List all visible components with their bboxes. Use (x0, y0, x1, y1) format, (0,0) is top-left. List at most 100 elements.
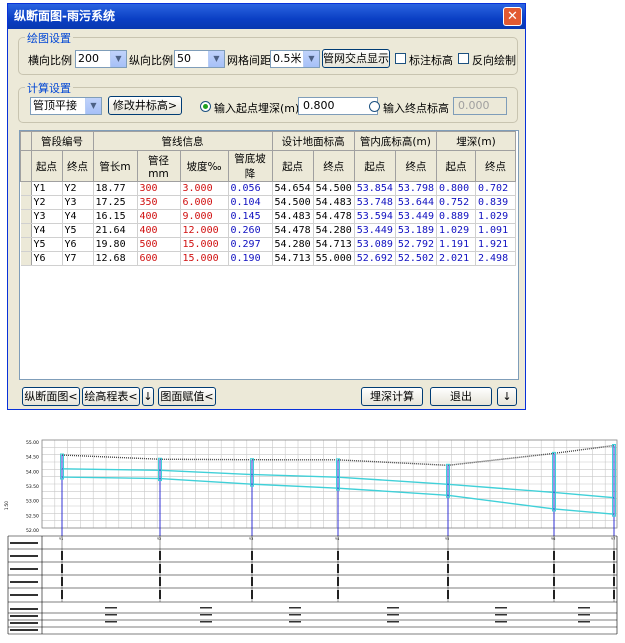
table-cell[interactable]: 1.921 (475, 237, 516, 252)
table-cell[interactable]: 52.692 (354, 251, 396, 266)
vscale-select[interactable]: 50 ▼ (174, 50, 225, 68)
column-header[interactable]: 起点 (436, 150, 476, 182)
table-cell[interactable]: 0.056 (228, 181, 273, 196)
table-row[interactable]: Y3 Y4 16.15 400 9.000 0.145 54.483 54.478 53.594… (20, 209, 516, 224)
table-cell[interactable]: 2.021 (436, 251, 476, 266)
assign-button[interactable]: 图面赋值< (158, 387, 216, 406)
table-cell[interactable]: 16.15 (93, 209, 138, 224)
table-cell[interactable]: 6.000 (180, 195, 229, 210)
column-header[interactable]: 坡度‰ (179, 150, 229, 182)
table-row[interactable]: Y1 Y2 18.77 300 3.000 0.056 54.654 54.500 53.854… (20, 181, 516, 196)
mode-select[interactable]: 管顶平接 ▼ (30, 97, 102, 115)
edit-well-button[interactable]: 修改井标高> (108, 96, 182, 115)
table-cell[interactable]: 18.77 (93, 181, 138, 196)
exit-button[interactable]: 退出 (430, 387, 492, 406)
start-depth-radio[interactable] (200, 101, 211, 112)
table-cell[interactable]: 12.000 (180, 223, 229, 238)
table-cell[interactable]: 54.713 (313, 237, 355, 252)
column-header[interactable]: 终点 (475, 150, 516, 182)
table-cell[interactable]: Y3 (62, 195, 94, 210)
table-cell[interactable]: 350 (137, 195, 181, 210)
column-header[interactable]: 管径mm (136, 150, 181, 182)
table-cell[interactable]: 52.502 (395, 251, 438, 266)
down-button[interactable]: ↓ (142, 387, 154, 406)
start-depth-input[interactable]: 0.800 (298, 97, 378, 115)
table-cell[interactable]: Y3 (31, 209, 63, 224)
table-cell[interactable]: 53.594 (354, 209, 396, 224)
table-cell[interactable]: Y1 (31, 181, 63, 196)
table-cell[interactable]: Y6 (31, 251, 63, 266)
table-cell[interactable]: 1.091 (475, 223, 516, 238)
table-cell[interactable]: 54.483 (313, 195, 355, 210)
table-cell[interactable]: 15.000 (180, 237, 229, 252)
profile-button[interactable]: 纵断面图< (22, 387, 80, 406)
table-cell[interactable]: Y4 (31, 223, 63, 238)
table-cell[interactable]: 0.297 (228, 237, 273, 252)
grid-select[interactable]: 0.5米 ▼ (270, 50, 320, 68)
table-cell[interactable]: 54.713 (272, 251, 314, 266)
table-cell[interactable]: 54.478 (272, 223, 314, 238)
table-row[interactable]: Y6 Y7 12.68 600 15.000 0.190 54.713 55.000 52.69… (20, 251, 516, 266)
table-cell[interactable]: 54.483 (272, 209, 314, 224)
table-cell[interactable]: 500 (137, 237, 181, 252)
reverse-checkbox[interactable] (458, 53, 469, 64)
label-elev-checkbox[interactable] (395, 53, 406, 64)
column-header[interactable]: 终点 (394, 150, 438, 182)
table-cell[interactable]: Y7 (62, 251, 94, 266)
table-cell[interactable]: 54.280 (272, 237, 314, 252)
table-cell[interactable]: 400 (137, 209, 181, 224)
end-elev-input[interactable]: 0.000 (453, 97, 507, 115)
table-cell[interactable]: 52.792 (395, 237, 438, 252)
table-cell[interactable]: 54.280 (313, 223, 355, 238)
table-cell[interactable]: 53.089 (354, 237, 396, 252)
table-cell[interactable]: 17.25 (93, 195, 138, 210)
table-cell[interactable]: 0.104 (228, 195, 273, 210)
table-cell[interactable]: 53.854 (354, 181, 396, 196)
table-cell[interactable]: 12.68 (93, 251, 138, 266)
table-cell[interactable]: Y6 (62, 237, 94, 252)
table-cell[interactable]: 1.191 (436, 237, 476, 252)
table-row[interactable]: Y4 Y5 21.64 400 12.000 0.260 54.478 54.280 53.44… (20, 223, 516, 238)
table-row[interactable]: Y2 Y3 17.25 350 6.000 0.104 54.500 54.483 53.748… (20, 195, 516, 210)
table-cell[interactable]: Y5 (31, 237, 63, 252)
table-cell[interactable]: 1.029 (436, 223, 476, 238)
table-cell[interactable]: Y2 (62, 181, 94, 196)
table-cell[interactable]: 15.000 (180, 251, 229, 266)
close-icon[interactable]: ✕ (503, 7, 522, 26)
end-elev-radio[interactable] (369, 101, 380, 112)
table-cell[interactable]: 0.145 (228, 209, 273, 224)
column-header[interactable]: 起点 (271, 150, 314, 182)
table-cell[interactable]: 53.644 (395, 195, 438, 210)
table-cell[interactable]: 53.189 (395, 223, 438, 238)
column-header[interactable]: 管长m (92, 150, 138, 182)
elev-table-button[interactable]: 绘高程表< (82, 387, 140, 406)
column-header[interactable]: 起点 (30, 150, 63, 182)
table-cell[interactable]: 21.64 (93, 223, 138, 238)
table-cell[interactable]: 55.000 (313, 251, 355, 266)
table-cell[interactable]: 0.190 (228, 251, 273, 266)
table-cell[interactable]: Y5 (62, 223, 94, 238)
pipe-table[interactable]: 管段编号 管线信息 设计地面标高 管内底标高(m) 埋深(m) 起点 终点 管长… (19, 130, 519, 380)
table-cell[interactable]: 53.449 (354, 223, 396, 238)
table-cell[interactable]: 0.889 (436, 209, 476, 224)
table-cell[interactable]: 1.029 (475, 209, 516, 224)
table-cell[interactable]: 54.500 (313, 181, 355, 196)
table-cell[interactable]: 53.748 (354, 195, 396, 210)
table-cell[interactable]: 53.449 (395, 209, 438, 224)
table-cell[interactable]: 2.498 (475, 251, 516, 266)
table-cell[interactable]: 3.000 (180, 181, 229, 196)
table-cell[interactable]: 600 (137, 251, 181, 266)
table-cell[interactable]: 19.80 (93, 237, 138, 252)
table-cell[interactable]: Y4 (62, 209, 94, 224)
table-cell[interactable]: Y2 (31, 195, 63, 210)
column-header[interactable]: 终点 (61, 150, 94, 182)
table-cell[interactable]: 9.000 (180, 209, 229, 224)
table-cell[interactable]: 0.839 (475, 195, 516, 210)
table-cell[interactable]: 300 (137, 181, 181, 196)
table-cell[interactable]: 54.478 (313, 209, 355, 224)
calc-depth-button[interactable]: 埋深计算 (361, 387, 423, 406)
table-cell[interactable]: 0.260 (228, 223, 273, 238)
grid-points-button[interactable]: 管网交点显示 (322, 49, 390, 68)
table-cell[interactable]: 0.702 (475, 181, 516, 196)
table-cell[interactable]: 54.654 (272, 181, 314, 196)
